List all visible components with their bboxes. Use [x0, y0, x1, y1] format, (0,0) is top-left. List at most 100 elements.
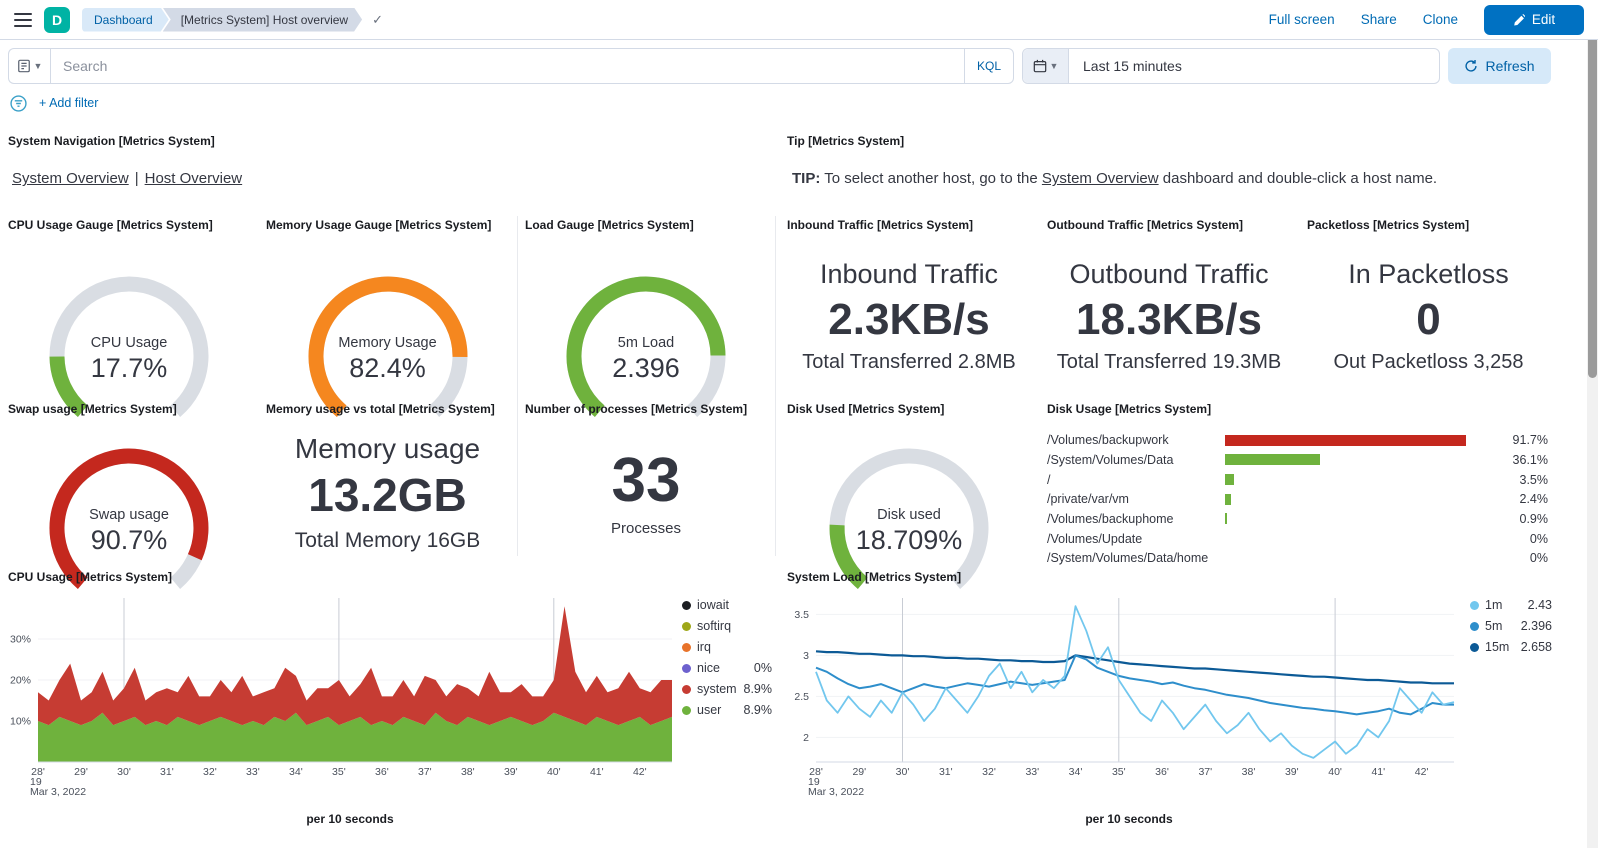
host-overview-link[interactable]: Host Overview [145, 170, 243, 187]
metric-value: 0 [1416, 292, 1440, 347]
svg-text:32': 32' [982, 766, 996, 778]
x-axis-label: per 10 seconds [779, 812, 1479, 826]
panel-separator [517, 216, 518, 556]
panel-title[interactable]: Memory Usage Gauge [Metrics System] [258, 210, 517, 240]
legend-value: 8.9% [744, 703, 773, 717]
legend-value: 2.43 [1528, 598, 1552, 612]
legend-dot-icon [1470, 643, 1479, 652]
disk-usage-row: /Volumes/Update0% [1039, 529, 1558, 549]
svg-text:42': 42' [1415, 766, 1429, 778]
legend-item[interactable]: nice0% [682, 661, 772, 675]
metric-value: 13.2GB [308, 467, 467, 525]
svg-text:29': 29' [74, 766, 88, 778]
panel-title[interactable]: Number of processes [Metrics System] [517, 394, 775, 424]
svg-text:Mar 3, 2022: Mar 3, 2022 [30, 786, 86, 798]
legend-dot-icon [682, 643, 691, 652]
legend-item[interactable]: irq [682, 640, 772, 654]
system-overview-link[interactable]: System Overview [1042, 170, 1159, 187]
disk-path-label: /System/Volumes/Data [1047, 453, 1225, 467]
gauge-value: 18.709% [856, 525, 963, 556]
metric-subtitle: Total Memory 16GB [295, 525, 481, 557]
packetloss-metric: In Packetloss 0 Out Packetloss 3,258 [1299, 240, 1558, 394]
gauge-label: 5m Load [618, 335, 674, 351]
share-link[interactable]: Share [1361, 12, 1397, 27]
legend-label: nice [697, 661, 720, 675]
panel-title[interactable]: Packetloss [Metrics System] [1299, 210, 1558, 240]
panel-packetloss: Packetloss [Metrics System] In Packetlos… [1299, 210, 1558, 394]
date-quick-select-button[interactable]: ▼ [1023, 49, 1069, 83]
metric-label: Processes [611, 520, 681, 537]
gauge-label: CPU Usage [91, 335, 168, 351]
legend-item[interactable]: system8.9% [682, 682, 772, 696]
refresh-button[interactable]: Refresh [1448, 48, 1551, 84]
panel-disk-usage: Disk Usage [Metrics System] /Volumes/bac… [1039, 394, 1558, 562]
panel-title[interactable]: CPU Usage Gauge [Metrics System] [0, 210, 258, 240]
panel-memory-usage-gauge: Memory Usage Gauge [Metrics System] Memo… [258, 210, 517, 394]
scrollbar-thumb[interactable] [1588, 0, 1597, 378]
panel-title[interactable]: CPU Usage [Metrics System] [0, 562, 779, 592]
edit-button[interactable]: Edit [1484, 5, 1584, 35]
panel-title[interactable]: Swap usage [Metrics System] [0, 394, 258, 424]
panel-title[interactable]: Tip [Metrics System] [779, 126, 1558, 156]
breadcrumb-dashboard[interactable]: Dashboard [82, 8, 169, 32]
space-avatar[interactable]: D [44, 7, 70, 33]
panel-title[interactable]: System Navigation [Metrics System] [0, 126, 779, 156]
svg-text:30': 30' [896, 766, 910, 778]
disk-usage-row: /3.5% [1039, 470, 1558, 490]
metric-value: 33 [612, 450, 681, 512]
panel-title[interactable]: Inbound Traffic [Metrics System] [779, 210, 1039, 240]
kql-language-button[interactable]: KQL [964, 49, 1013, 83]
svg-text:36': 36' [1155, 766, 1169, 778]
legend-item[interactable]: 1m2.43 [1470, 598, 1552, 612]
legend-label: iowait [697, 598, 729, 612]
legend-item[interactable]: user8.9% [682, 703, 772, 717]
svg-text:40': 40' [1328, 766, 1342, 778]
panel-title[interactable]: Disk Used [Metrics System] [779, 394, 1039, 424]
breadcrumb-current-page[interactable]: [Metrics System] Host overview [163, 8, 362, 32]
saved-check-icon: ✓ [372, 12, 383, 28]
legend-item[interactable]: iowait [682, 598, 772, 612]
panel-load-gauge: Load Gauge [Metrics System] 5m Load2.396 [517, 210, 775, 394]
gauge-value: 90.7% [91, 525, 168, 556]
panel-inbound-traffic: Inbound Traffic [Metrics System] Inbound… [779, 210, 1039, 394]
legend-value: 8.9% [744, 682, 773, 696]
svg-text:42': 42' [633, 766, 647, 778]
svg-text:41': 41' [1371, 766, 1385, 778]
svg-text:35': 35' [1112, 766, 1126, 778]
panel-memory-usage-vs-total: Memory usage vs total [Metrics System] M… [258, 394, 517, 562]
panel-title[interactable]: Memory usage vs total [Metrics System] [258, 394, 517, 424]
metric-label: Inbound Traffic [820, 257, 998, 292]
panel-title[interactable]: Outbound Traffic [Metrics System] [1039, 210, 1299, 240]
panel-title[interactable]: Load Gauge [Metrics System] [517, 210, 775, 240]
metric-subtitle: Out Packetloss 3,258 [1333, 347, 1523, 377]
saved-query-menu-button[interactable]: ▼ [8, 48, 50, 84]
disk-usage-bar [1225, 494, 1488, 505]
panel-system-load-chart: System Load [Metrics System] 22.533.528'… [779, 562, 1558, 848]
saved-query-icon [17, 59, 31, 73]
legend-item[interactable]: 15m2.658 [1470, 640, 1552, 654]
system-navigation-links: System Overview|Host Overview [0, 156, 779, 187]
svg-text:37': 37' [1198, 766, 1212, 778]
top-actions: Full screen Share Clone Edit [1269, 5, 1584, 35]
scrollbar-track[interactable] [1587, 0, 1598, 848]
add-filter-link[interactable]: + Add filter [39, 96, 98, 110]
disk-usage-bar [1225, 513, 1488, 524]
legend-item[interactable]: 5m2.396 [1470, 619, 1552, 633]
panel-title[interactable]: Disk Usage [Metrics System] [1039, 394, 1558, 424]
metric-label: Memory usage [295, 431, 480, 467]
search-input[interactable] [51, 58, 964, 74]
metric-subtitle: Total Transferred 19.3MB [1057, 347, 1282, 377]
full-screen-link[interactable]: Full screen [1269, 12, 1335, 27]
system-overview-link[interactable]: System Overview [12, 170, 129, 187]
disk-path-label: /Volumes/backuphome [1047, 512, 1225, 526]
chevron-down-icon: ▼ [34, 61, 43, 71]
menu-icon[interactable] [14, 13, 32, 27]
search-field-wrap: KQL [50, 48, 1014, 84]
svg-text:30': 30' [117, 766, 131, 778]
legend-item[interactable]: softirq [682, 619, 772, 633]
time-range-button[interactable]: Last 15 minutes [1069, 49, 1439, 83]
clone-link[interactable]: Clone [1423, 12, 1458, 27]
inbound-traffic-metric: Inbound Traffic 2.3KB/s Total Transferre… [779, 240, 1039, 394]
panel-title[interactable]: System Load [Metrics System] [779, 562, 1558, 592]
cpu-chart-legend: iowait softirq irq nice0% system8.9% user8.9% [682, 598, 772, 717]
